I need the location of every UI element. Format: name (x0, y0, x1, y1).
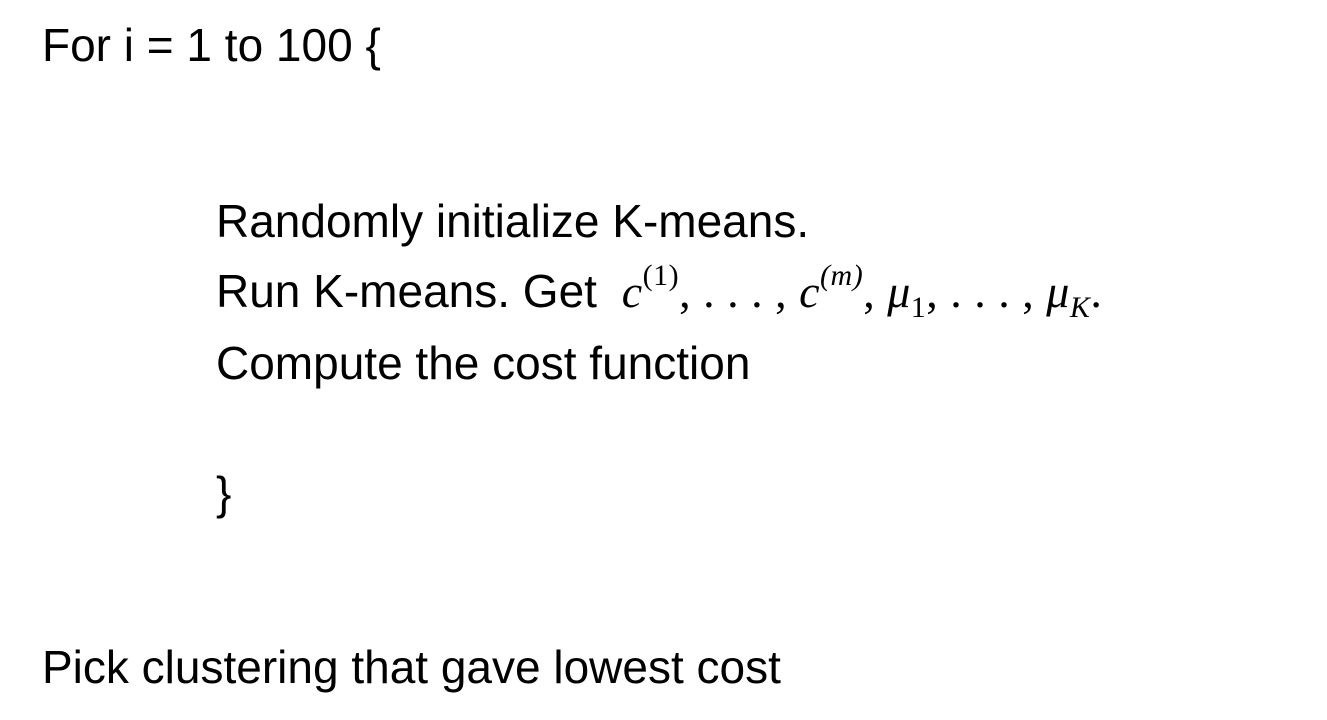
step-run-kmeans-text: Run K-means. Get (216, 265, 597, 317)
math-sep-2: , (863, 266, 888, 317)
math-c-1: c (621, 266, 643, 317)
step-randomly-initialize: Randomly initialize K-means. (216, 195, 810, 247)
math-mu-sub-k: K (1069, 291, 1091, 324)
loop-close-brace: } (216, 467, 232, 519)
math-c-sup-m: (m) (820, 259, 864, 292)
math-sep-1: , . . . , (679, 266, 800, 317)
math-c-sup-1: (1) (642, 259, 680, 292)
step-compute-cost: Compute the cost function (216, 337, 751, 389)
math-c-m: c (799, 266, 821, 317)
step-run-kmeans: Run K-means. Get c(1), . . . , c(m), μ1,… (216, 261, 1103, 323)
math-mu-k: μ (1046, 266, 1070, 317)
math-mu-sub-1: 1 (910, 291, 927, 324)
assignments-centroids-formula: c(1), . . . , c(m), μ1, . . . , μK. (610, 261, 1103, 323)
loop-header: For i = 1 to 100 { (42, 19, 381, 71)
math-mu-1: μ (887, 266, 911, 317)
math-sep-3: , . . . , (926, 266, 1047, 317)
math-end: . (1090, 266, 1103, 317)
final-step-pick-clustering: Pick clustering that gave lowest cost (42, 641, 781, 693)
